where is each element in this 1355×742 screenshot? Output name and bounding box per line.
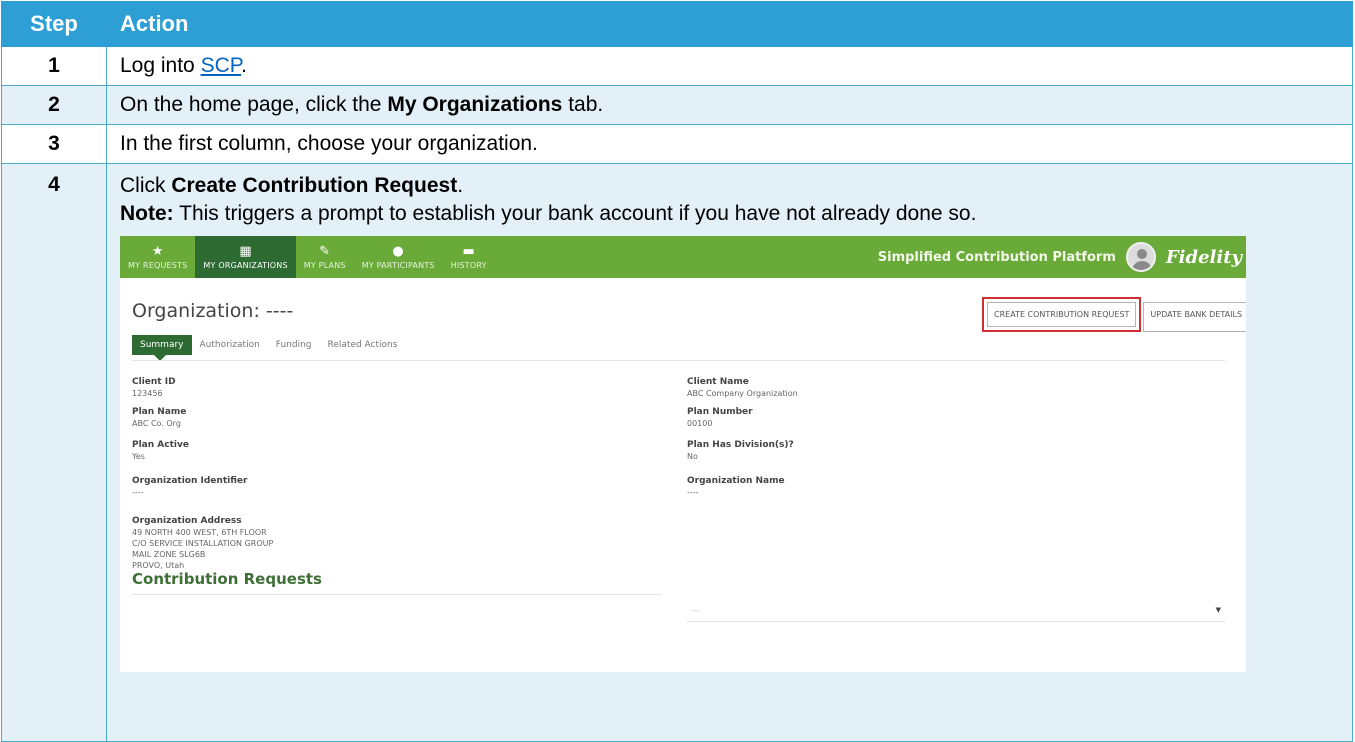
step-text: Log into [120,54,201,77]
step-action: In the first column, choose your organiz… [106,124,1353,164]
field-value: No [687,452,698,461]
address-line: C/O SERVICE INSTALLATION GROUP [132,539,274,548]
step-row-2: 2 On the home page, click the My Organiz… [1,85,1353,125]
nav-label: HISTORY [450,260,487,270]
filter-placeholder: --- [691,606,700,615]
nav-label: MY ORGANIZATIONS [203,260,288,270]
field-plan-number: Plan Number 00100 [687,407,753,429]
step-number: 3 [1,124,107,164]
caret-down-icon: ▼ [1215,606,1221,614]
action-buttons: CREATE CONTRIBUTION REQUEST UPDATE BANK … [982,297,1246,332]
step-number: 4 [1,163,107,742]
nav-my-participants[interactable]: ● MY PARTICIPANTS [354,236,443,278]
org-tabs: Summary Authorization Funding Related Ac… [132,335,406,361]
note-label: Note: [120,202,174,225]
field-label: Organization Address [132,516,242,526]
table-header-row: Step Action [1,1,1353,47]
nav-right-group: Simplified Contribution Platform Fidelit… [878,236,1246,278]
field-client-id: Client ID 123456 [132,377,176,399]
scp-link[interactable]: SCP [201,54,241,77]
action-column-header: Action [106,1,1353,47]
field-org-name: Organization Name ---- [687,476,785,498]
update-bank-details-button[interactable]: UPDATE BANK DETAILS [1143,302,1246,332]
filter-select[interactable]: --- ▼ [687,598,1225,622]
field-label: Plan Has Division(s)? [687,440,794,450]
field-client-name: Client Name ABC Company Organization [687,377,798,399]
highlight-box: CREATE CONTRIBUTION REQUEST [982,297,1142,332]
nav-label: MY PLANS [303,260,346,270]
pencil-icon: ✎ [319,243,331,259]
step-number: 2 [1,85,107,125]
field-label: Client ID [132,377,176,387]
contribution-requests-heading: Contribution Requests [132,570,322,588]
step-bold-term: My Organizations [387,93,563,116]
platform-title: Simplified Contribution Platform [877,249,1116,265]
nav-label: MY PARTICIPANTS [361,260,435,270]
step-column-header: Step [1,1,107,47]
field-value: ---- [687,488,699,497]
step-line: Click Create Contribution Request. [120,172,1348,200]
step-row-1: 1 Log into SCP. [1,46,1353,86]
step-row-4: 4 Click Create Contribution Request. Not… [1,163,1353,742]
nav-my-plans[interactable]: ✎ MY PLANS [296,236,354,278]
create-contribution-request-button[interactable]: CREATE CONTRIBUTION REQUEST [987,302,1137,327]
field-value: ---- [132,488,144,497]
field-label: Organization Identifier [132,476,248,486]
step-action: On the home page, click the My Organizat… [106,85,1353,125]
tab-summary[interactable]: Summary [132,335,192,361]
nav-history[interactable]: ▬ HISTORY [443,236,495,278]
nav-my-organizations[interactable]: ▦ MY ORGANIZATIONS [195,236,296,278]
tab-related-actions[interactable]: Related Actions [320,335,406,355]
field-value: 123456 [132,389,163,398]
step-action: Click Create Contribution Request. Note:… [106,163,1353,742]
step-text: Click [120,174,172,197]
tab-funding[interactable]: Funding [268,335,320,355]
step-text-end: . [457,174,464,197]
building-icon: ▦ [239,243,252,259]
step-text-end: . [241,54,247,77]
field-plan-active: Plan Active Yes [132,440,189,462]
scp-screenshot: ★ MY REQUESTS ▦ MY ORGANIZATIONS ✎ MY PL… [120,236,1246,672]
field-plan-divisions: Plan Has Division(s)? No [687,440,794,462]
field-label: Organization Name [687,476,785,486]
field-value: Yes [132,452,145,461]
person-icon: ● [392,243,404,259]
field-label: Plan Number [687,407,753,417]
page-title: Organization: ---- [132,300,294,322]
field-org-address: Organization Address 49 NORTH 400 WEST, … [132,516,273,571]
nav-my-requests[interactable]: ★ MY REQUESTS [120,236,195,278]
field-org-identifier: Organization Identifier ---- [132,476,247,498]
divider [132,360,1225,361]
field-label: Plan Active [132,440,189,450]
divider [132,594,662,595]
star-icon: ★ [151,243,164,259]
note-text: This triggers a prompt to establish your… [173,202,977,225]
step-action: Log into SCP. [106,46,1353,86]
address-line: 49 NORTH 400 WEST, 6TH FLOOR [132,528,267,537]
steps-table: Step Action 1 Log into SCP. 2 On the hom… [1,1,1353,742]
nav-label: MY REQUESTS [128,260,188,270]
fidelity-logo: Fidelity [1165,246,1242,268]
note-line: Note: This triggers a prompt to establis… [120,200,1348,228]
step-text-end: tab. [562,93,604,116]
chart-icon: ▬ [462,243,475,259]
avatar[interactable] [1125,242,1156,272]
field-label: Plan Name [132,407,187,417]
top-nav-bar: ★ MY REQUESTS ▦ MY ORGANIZATIONS ✎ MY PL… [120,236,1246,278]
field-value: 00100 [687,419,713,428]
field-value: ABC Co. Org [132,419,181,428]
step-bold-term: Create Contribution Request [171,174,458,197]
step-text: On the home page, click the [120,93,388,116]
step-row-3: 3 In the first column, choose your organ… [1,124,1353,164]
field-value: ABC Company Organization [687,389,798,398]
tab-authorization[interactable]: Authorization [192,335,268,355]
field-label: Client Name [687,377,749,387]
step-number: 1 [1,46,107,86]
field-plan-name: Plan Name ABC Co. Org [132,407,186,429]
address-line: MAIL ZONE SLG6B [132,550,206,559]
